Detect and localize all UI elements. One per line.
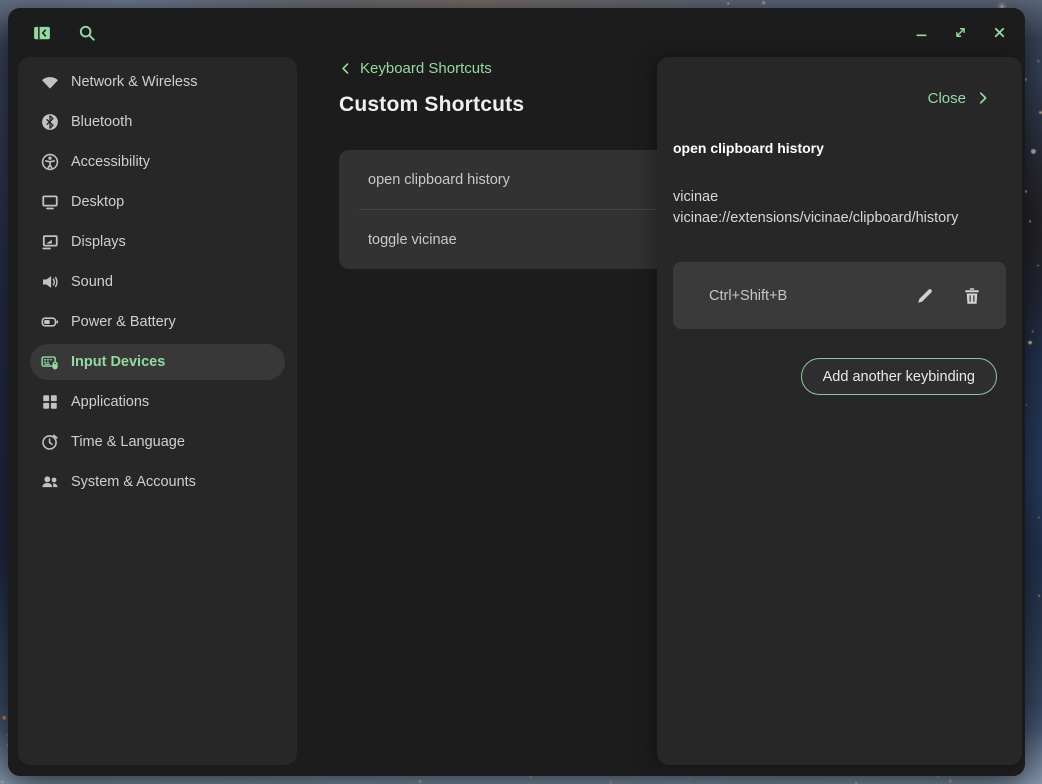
shortcut-command-text: vicinae vicinae://extensions/vicinae/cli… <box>673 187 989 229</box>
close-button[interactable] <box>992 25 1007 40</box>
context-drawer: Close open clipboard history vicinae vic… <box>657 57 1022 765</box>
breadcrumb-label: Keyboard Shortcuts <box>360 60 492 77</box>
shortcut-row-toggle-vicinae[interactable]: toggle vicinae <box>339 210 689 269</box>
shortcut-row-label: toggle vicinae <box>368 232 457 248</box>
clock-icon <box>41 433 59 451</box>
trash-icon <box>962 286 982 306</box>
keyboard-icon <box>41 353 59 371</box>
keybinding-label: Ctrl+Shift+B <box>709 288 787 304</box>
chevron-right-icon <box>976 91 990 105</box>
sound-icon <box>41 273 59 291</box>
apps-grid-icon <box>41 393 59 411</box>
shortcut-row-open-clipboard-history[interactable]: open clipboard history <box>339 150 689 209</box>
sidebar-item-label: Input Devices <box>71 354 165 370</box>
sidebar-nav: Network & Wireless Bluetooth Accessibility… <box>18 57 297 765</box>
close-label: Close <box>928 90 966 107</box>
sidebar-item-label: Bluetooth <box>71 114 132 130</box>
accessibility-icon <box>41 153 59 171</box>
battery-icon <box>41 313 59 331</box>
page-title: Custom Shortcuts <box>339 93 699 117</box>
sidebar-item-time-language[interactable]: Time & Language <box>30 424 285 460</box>
sidebar-item-bluetooth[interactable]: Bluetooth <box>30 104 285 140</box>
chevron-left-icon <box>339 62 352 75</box>
bluetooth-icon <box>41 113 59 131</box>
sidebar-item-displays[interactable]: Displays <box>30 224 285 260</box>
sidebar-item-power-battery[interactable]: Power & Battery <box>30 304 285 340</box>
desktop-icon <box>41 193 59 211</box>
sidebar-item-label: Accessibility <box>71 154 150 170</box>
edit-keybinding-button[interactable] <box>915 286 935 306</box>
titlebar[interactable] <box>8 8 1025 57</box>
sidebar-item-label: Applications <box>71 394 149 410</box>
sidebar-toggle-icon[interactable] <box>33 24 51 42</box>
shortcut-list: open clipboard history toggle vicinae <box>339 150 689 269</box>
shortcut-name-heading: open clipboard history <box>673 140 1006 156</box>
keybinding-row: Ctrl+Shift+B <box>673 262 1006 329</box>
sidebar-item-system-accounts[interactable]: System & Accounts <box>30 464 285 500</box>
sidebar-item-input-devices[interactable]: Input Devices <box>30 344 285 380</box>
sidebar-item-label: Displays <box>71 234 126 250</box>
sidebar-item-label: Power & Battery <box>71 314 176 330</box>
breadcrumb-back-link[interactable]: Keyboard Shortcuts <box>339 60 492 77</box>
sidebar-item-label: System & Accounts <box>71 474 196 490</box>
sidebar-item-accessibility[interactable]: Accessibility <box>30 144 285 180</box>
sidebar-item-network-wireless[interactable]: Network & Wireless <box>30 64 285 100</box>
delete-keybinding-button[interactable] <box>962 286 982 306</box>
minimize-button[interactable] <box>914 25 929 40</box>
drawer-close-button[interactable]: Close <box>673 87 990 109</box>
sidebar-item-label: Sound <box>71 274 113 290</box>
main-content: Keyboard Shortcuts Custom Shortcuts open… <box>339 57 699 269</box>
sidebar-item-label: Network & Wireless <box>71 74 198 90</box>
search-icon[interactable] <box>78 24 96 42</box>
pencil-icon <box>915 286 935 306</box>
sidebar-item-applications[interactable]: Applications <box>30 384 285 420</box>
sidebar-item-desktop[interactable]: Desktop <box>30 184 285 220</box>
maximize-button[interactable] <box>953 25 968 40</box>
settings-window: Network & Wireless Bluetooth Accessibility… <box>8 8 1025 776</box>
sidebar-item-label: Time & Language <box>71 434 185 450</box>
displays-icon <box>41 233 59 251</box>
wifi-icon <box>41 73 59 91</box>
sidebar-item-sound[interactable]: Sound <box>30 264 285 300</box>
users-icon <box>41 473 59 491</box>
sidebar-item-label: Desktop <box>71 194 124 210</box>
shortcut-row-label: open clipboard history <box>368 172 510 188</box>
add-keybinding-button[interactable]: Add another keybinding <box>801 358 997 395</box>
